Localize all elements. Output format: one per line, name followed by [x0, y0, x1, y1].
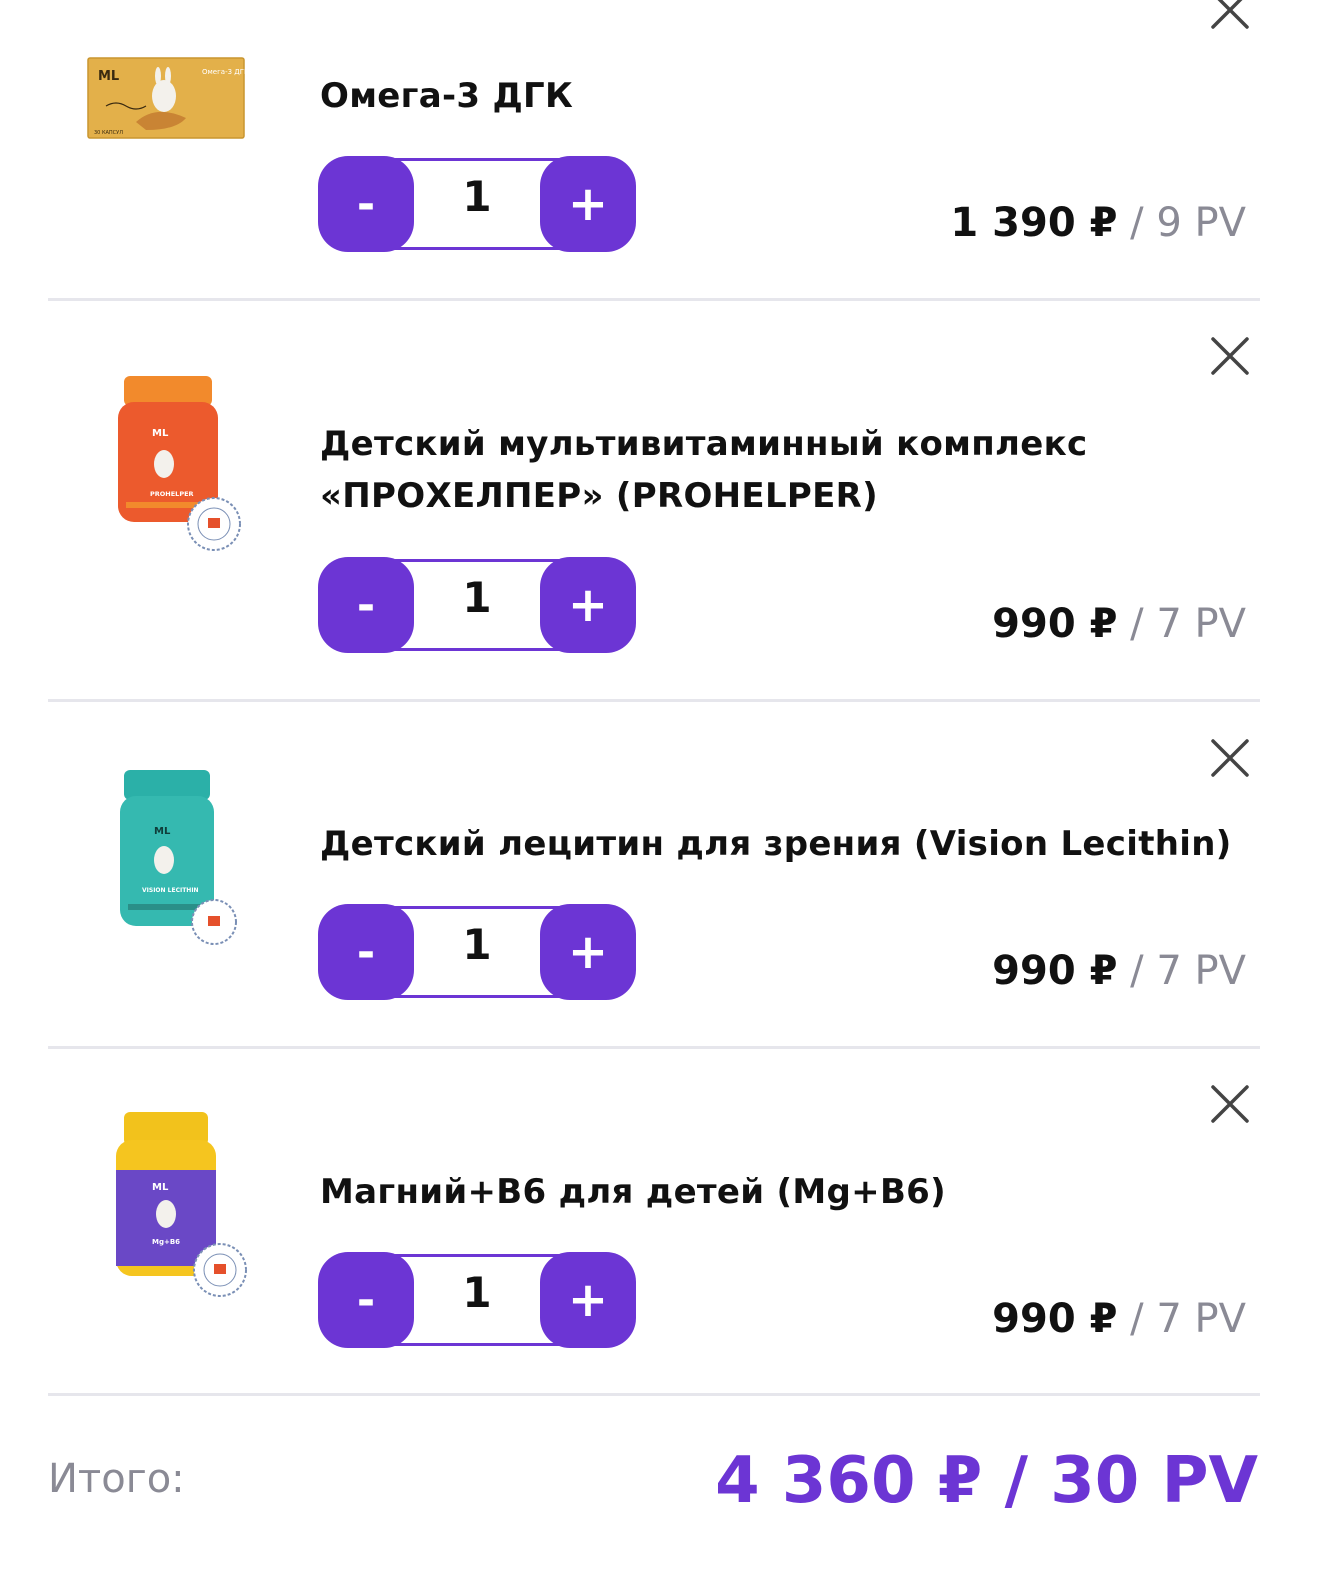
svg-text:ML: ML [98, 69, 119, 84]
price-pv: / 7 PV [1117, 948, 1246, 994]
price-pv: / 7 PV [1117, 601, 1246, 647]
svg-text:Омега-3 ДГК: Омега-3 ДГК [202, 68, 246, 76]
product-image: ML VISION LECITHIN [116, 768, 242, 952]
increase-button[interactable]: + [540, 156, 636, 252]
product-image: ML Mg+B6 [112, 1110, 252, 1302]
quantity-stepper: - 1 + [318, 156, 636, 252]
product-title-line: Детский мультивитаминный комплекс [320, 424, 1088, 464]
price-rub: 990 ₽ [992, 1296, 1118, 1342]
divider [48, 699, 1260, 702]
total-label: Итого: [48, 1456, 185, 1502]
quantity-stepper: - 1 + [318, 557, 636, 653]
item-price: 990 ₽ / 7 PV [992, 1296, 1246, 1342]
item-price: 1 390 ₽ / 9 PV [950, 200, 1246, 246]
product-title-line: «ПРОХЕЛПЕР» (PROHELPER) [320, 476, 878, 516]
close-icon [1211, 1085, 1249, 1123]
divider [48, 1046, 1260, 1049]
svg-text:ML: ML [152, 1182, 169, 1193]
increase-button[interactable]: + [540, 557, 636, 653]
product-image: ML Омега-3 ДГК 30 КАПСУЛ [86, 56, 249, 140]
close-icon [1211, 739, 1249, 777]
svg-text:Mg+B6: Mg+B6 [152, 1238, 180, 1246]
decrease-button[interactable]: - [318, 557, 414, 653]
quantity-value[interactable]: 1 [428, 172, 526, 221]
increase-button[interactable]: + [540, 1252, 636, 1348]
svg-text:30 КАПСУЛ: 30 КАПСУЛ [94, 130, 123, 136]
quantity-value[interactable]: 1 [428, 920, 526, 969]
svg-text:PROHELPER: PROHELPER [150, 490, 194, 498]
svg-text:ML: ML [152, 428, 169, 439]
decrease-button[interactable]: - [318, 1252, 414, 1348]
divider [48, 298, 1260, 301]
quantity-stepper: - 1 + [318, 904, 636, 1000]
product-image: ML PROHELPER [112, 374, 246, 558]
price-pv: / 9 PV [1117, 200, 1246, 246]
divider [48, 1393, 1260, 1396]
quantity-stepper: - 1 + [318, 1252, 636, 1348]
item-price: 990 ₽ / 7 PV [992, 601, 1246, 647]
item-price: 990 ₽ / 7 PV [992, 948, 1246, 994]
decrease-button[interactable]: - [318, 904, 414, 1000]
product-title[interactable]: Омега-3 ДГК [320, 70, 573, 122]
product-title[interactable]: Детский мультивитаминный комплекс «ПРОХЕ… [320, 418, 1087, 522]
remove-item-button[interactable] [1208, 1082, 1252, 1126]
close-icon [1211, 0, 1249, 29]
remove-item-button[interactable] [1208, 334, 1252, 378]
product-title[interactable]: Магний+B6 для детей (Mg+B6) [320, 1166, 946, 1218]
price-pv: / 7 PV [1117, 1296, 1246, 1342]
decrease-button[interactable]: - [318, 156, 414, 252]
total-value: 4 360 ₽ / 30 PV [715, 1444, 1258, 1518]
price-rub: 990 ₽ [992, 601, 1118, 647]
remove-item-button[interactable] [1208, 0, 1252, 32]
product-title[interactable]: Детский лецитин для зрения (Vision Lecit… [320, 818, 1232, 870]
quantity-value[interactable]: 1 [428, 1268, 526, 1317]
svg-text:VISION LECITHIN: VISION LECITHIN [142, 887, 199, 894]
price-rub: 1 390 ₽ [950, 200, 1118, 246]
quantity-value[interactable]: 1 [428, 573, 526, 622]
svg-text:ML: ML [154, 826, 171, 837]
increase-button[interactable]: + [540, 904, 636, 1000]
remove-item-button[interactable] [1208, 736, 1252, 780]
close-icon [1211, 337, 1249, 375]
price-rub: 990 ₽ [992, 948, 1118, 994]
